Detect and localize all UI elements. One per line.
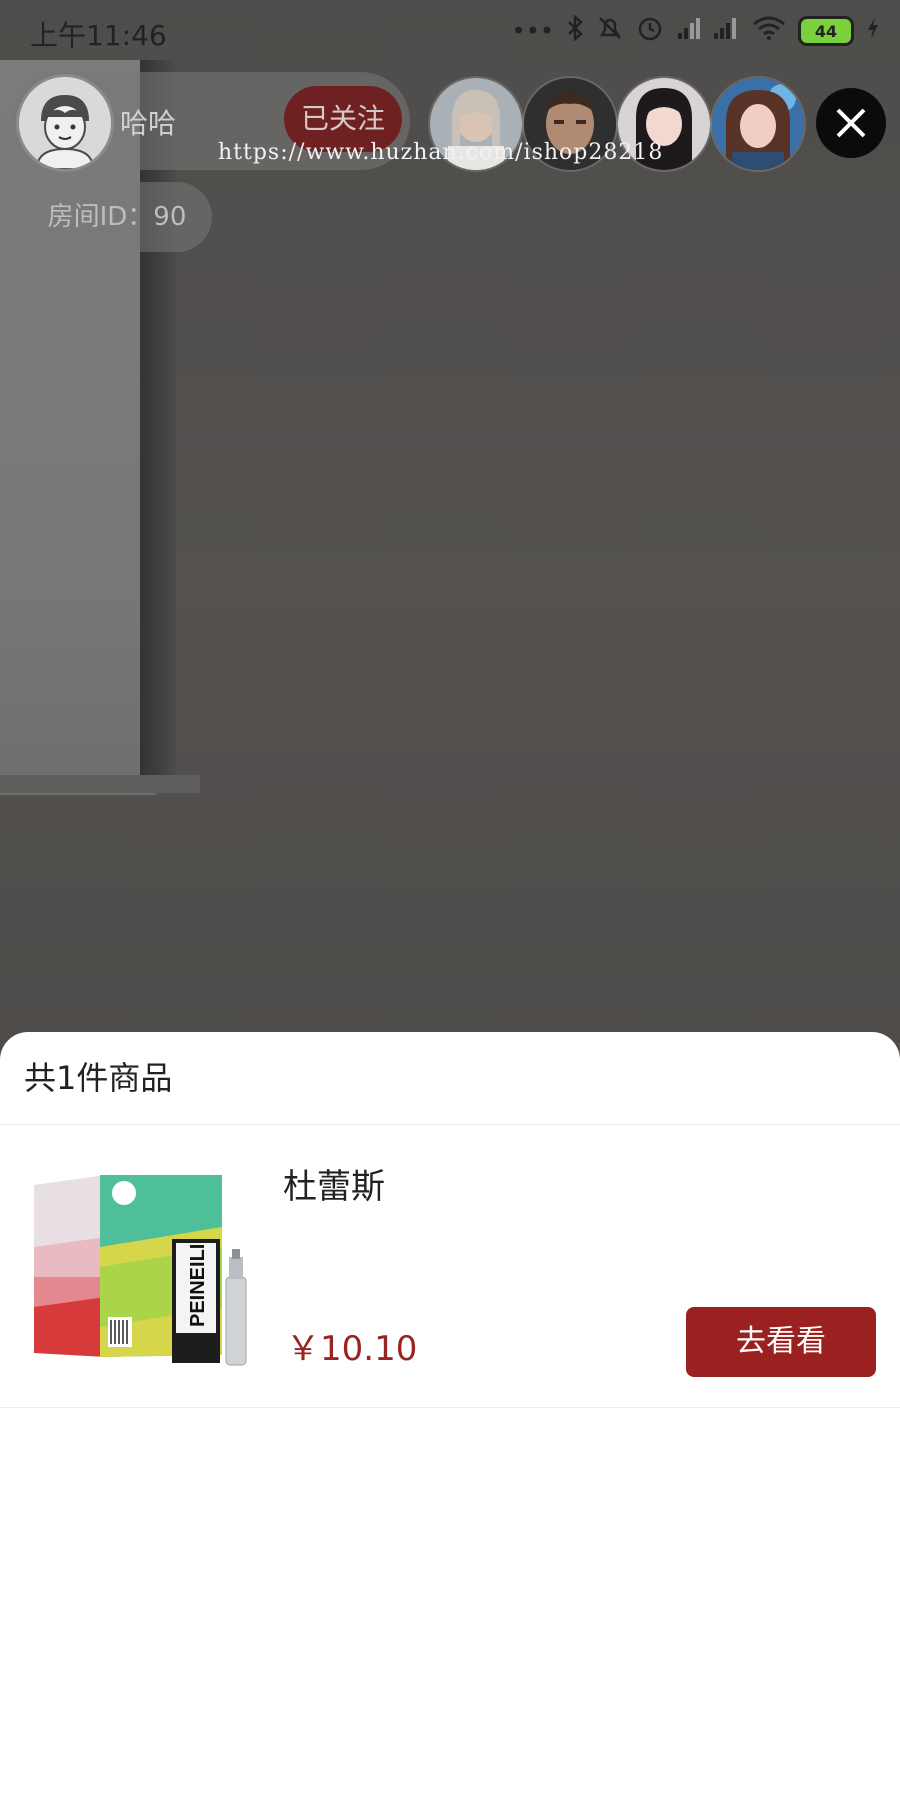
product-count-header: 共1件商品 [0,1032,900,1125]
svg-text:PEINEILI: PEINEILI [187,1244,209,1327]
battery-icon: 44 [798,16,854,46]
host-name: 哈哈 [120,107,177,140]
wifi-icon [752,15,786,47]
product-name[interactable]: 杜蕾斯 [283,1159,385,1208]
product-price: ￥10.10 [286,1329,418,1369]
close-button[interactable] [816,88,886,158]
status-icons: ••• 44 [512,14,880,48]
status-time: 上午11:46 [30,19,167,52]
product-list-sheet: 共1件商品 PEINEILI 杜蕾斯 ￥10.10 去看看 [0,1032,900,1800]
charging-icon [866,16,880,46]
room-id-badge: 房间ID：90 [22,182,212,252]
close-icon [836,108,866,138]
signal-icon [676,15,740,47]
host-avatar[interactable] [16,74,114,172]
view-product-button[interactable]: 去看看 [686,1307,876,1377]
watermark-url: https://www.huzhan.com/ishop28218 [218,140,664,165]
product-image[interactable]: PEINEILI [26,1157,256,1377]
mute-icon [596,15,624,47]
viewer-avatar-4[interactable] [710,76,806,172]
bluetooth-icon [566,14,584,47]
alarm-icon [636,14,664,48]
status-bar: 上午11:46 ••• 44 [0,0,900,64]
product-row[interactable]: PEINEILI 杜蕾斯 ￥10.10 去看看 [0,1125,900,1408]
more-dots-icon: ••• [511,17,554,45]
